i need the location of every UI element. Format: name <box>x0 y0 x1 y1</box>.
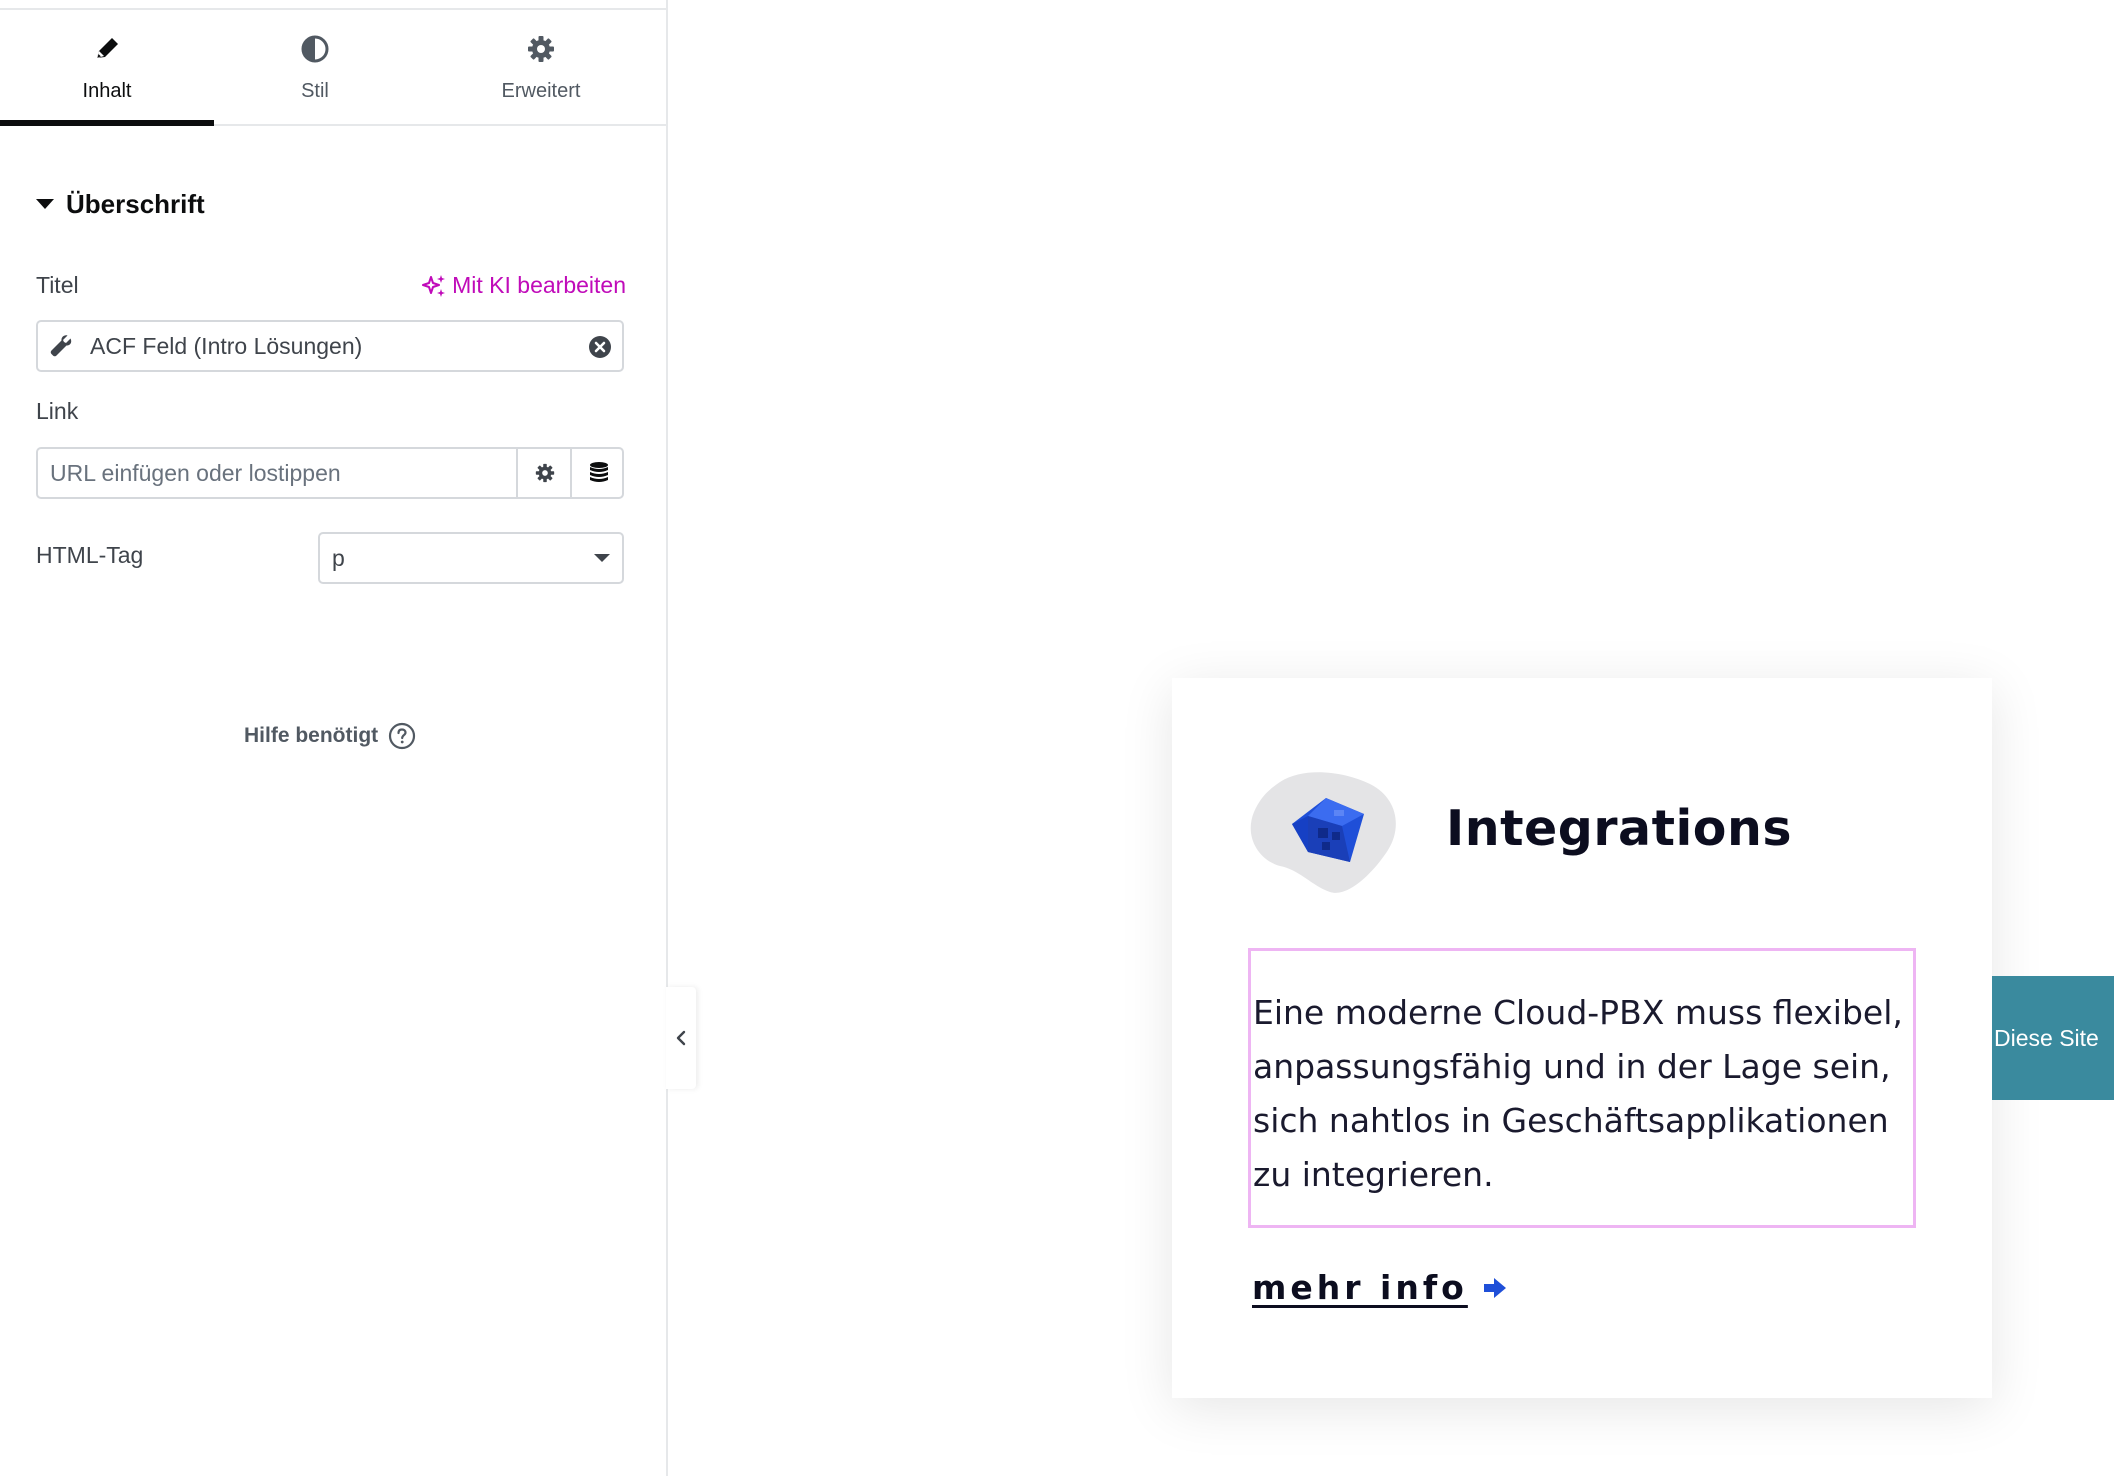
link-label: Link <box>36 398 79 424</box>
help-label: Hilfe benötigt <box>244 724 379 747</box>
tab-label: Erweitert <box>501 80 581 102</box>
help-link[interactable]: Hilfe benötigt <box>244 722 416 750</box>
pencil-icon <box>97 38 118 58</box>
contrast-icon <box>301 35 329 63</box>
caret-down-icon <box>36 199 54 209</box>
side-feedback-tab[interactable]: Diese Site <box>1992 976 2114 1100</box>
chevron-down-icon <box>594 554 610 562</box>
card-description: Eine moderne Cloud-PBX muss flexibel, an… <box>1253 993 1903 1194</box>
ai-edit-link[interactable]: Mit KI bearbeiten <box>422 272 626 299</box>
link-options-button[interactable] <box>516 449 572 497</box>
tab-erweitert[interactable]: Erweitert <box>434 10 648 124</box>
wrench-icon <box>50 335 72 357</box>
html-tag-select[interactable]: p <box>318 532 624 584</box>
sparkle-icon <box>422 274 446 297</box>
gear-icon <box>535 463 555 483</box>
title-label: Titel <box>36 272 79 298</box>
chevron-left-icon <box>676 1030 686 1046</box>
tab-stil[interactable]: Stil <box>208 10 422 124</box>
title-field-value: ACF Feld (Intro Lösungen) <box>90 333 363 359</box>
integration-cube-icon <box>1250 772 1396 893</box>
side-tab-label: Diese Site <box>1994 1024 2099 1051</box>
ai-edit-label: Mit KI bearbeiten <box>452 272 626 298</box>
editor-tabs: Inhalt Stil Erweitert <box>0 10 666 126</box>
clear-icon[interactable] <box>588 335 612 359</box>
gear-icon <box>528 36 554 62</box>
card-title: Integrations <box>1446 800 1793 857</box>
selected-text-widget[interactable]: Eine moderne Cloud-PBX muss flexibel, an… <box>1248 948 1916 1228</box>
dynamic-tags-button[interactable] <box>570 449 626 497</box>
question-icon <box>389 722 416 750</box>
editor-panel: Inhalt Stil Erweitert Überschrift Titel … <box>0 0 668 1476</box>
more-info-link[interactable]: mehr info <box>1252 1268 1508 1307</box>
tab-label: Stil <box>301 80 329 102</box>
link-url-input[interactable] <box>38 449 516 497</box>
title-dynamic-field[interactable]: ACF Feld (Intro Lösungen) <box>36 320 624 372</box>
link-field <box>36 447 624 499</box>
section-title: Überschrift <box>66 188 205 219</box>
html-tag-value: p <box>332 545 345 571</box>
tab-label: Inhalt <box>82 80 132 102</box>
tab-inhalt[interactable]: Inhalt <box>0 10 214 126</box>
preview-card: Integrations Eine moderne Cloud-PBX muss… <box>1172 678 1992 1398</box>
collapse-panel-button[interactable] <box>666 987 696 1089</box>
arrow-right-icon <box>1483 1277 1506 1298</box>
database-icon <box>590 462 608 482</box>
more-info-label: mehr info <box>1252 1268 1468 1307</box>
html-tag-label: HTML-Tag <box>36 542 144 568</box>
section-toggle-ueberschrift[interactable]: Überschrift <box>36 186 205 222</box>
